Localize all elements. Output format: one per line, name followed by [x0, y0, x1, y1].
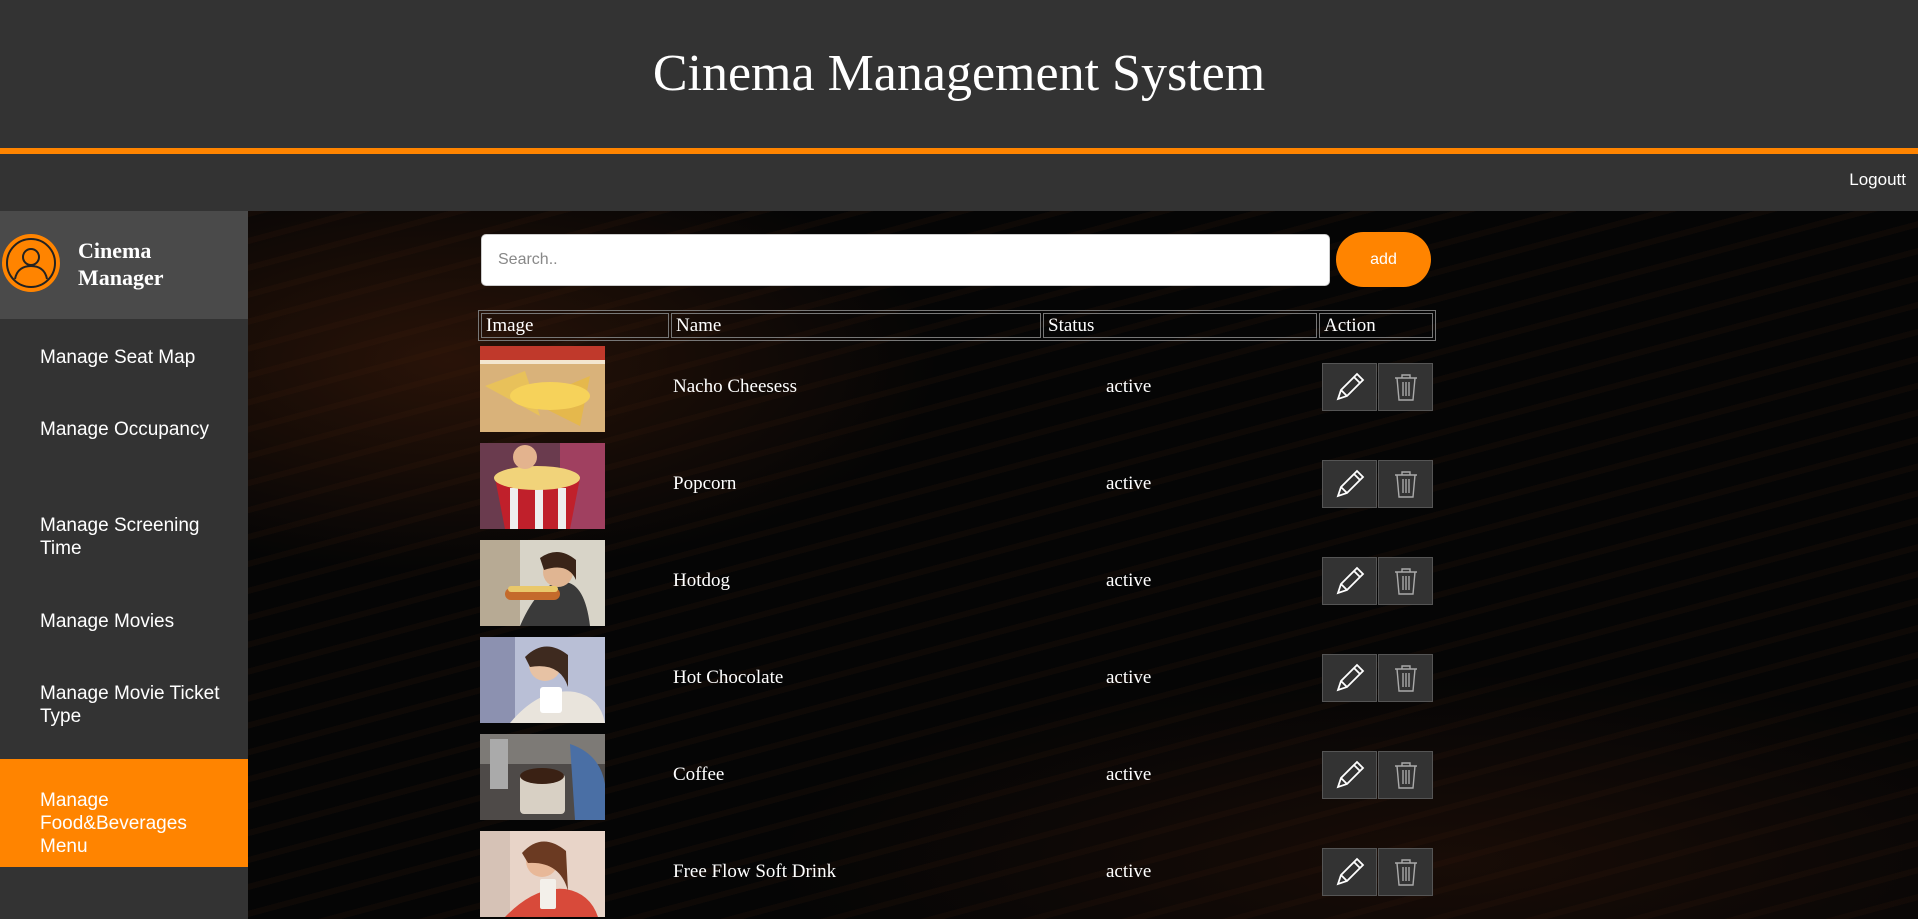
app-header: Cinema Management System	[0, 0, 1918, 148]
food-image	[480, 637, 605, 723]
sidebar: Cinema Manager Manage Seat Map Manage Oc…	[0, 211, 250, 919]
edit-button[interactable]	[1322, 848, 1377, 896]
add-button[interactable]: add	[1336, 232, 1431, 287]
pencil-icon	[1336, 469, 1364, 498]
edit-button[interactable]	[1322, 363, 1377, 411]
status-text: active	[1106, 861, 1152, 882]
user-avatar-icon	[2, 234, 60, 292]
pencil-icon	[1336, 663, 1364, 692]
delete-button[interactable]	[1378, 460, 1433, 508]
delete-button[interactable]	[1378, 751, 1433, 799]
trash-icon	[1394, 762, 1417, 789]
delete-button[interactable]	[1378, 654, 1433, 702]
search-input[interactable]	[481, 234, 1330, 286]
food-name: Free Flow Soft Drink	[673, 861, 837, 882]
food-name: Hot Chocolate	[673, 667, 784, 688]
column-header-name: Name	[671, 313, 1041, 338]
status-text: active	[1106, 473, 1152, 494]
status-text: active	[1106, 667, 1152, 688]
food-name: Hotdog	[673, 570, 730, 591]
sidebar-item-screening-time[interactable]: Manage Screening Time	[0, 514, 248, 560]
table-row: Popcorn active	[478, 439, 1438, 529]
status-text: active	[1106, 376, 1152, 397]
column-header-image: Image	[481, 313, 669, 338]
sidebar-item-movies[interactable]: Manage Movies	[0, 610, 248, 633]
profile-name: Cinema Manager	[78, 238, 164, 290]
column-header-action: Action	[1319, 313, 1433, 338]
edit-button[interactable]	[1322, 557, 1377, 605]
column-header-status: Status	[1043, 313, 1317, 338]
sidebar-item-food-beverages[interactable]: Manage Food&Beverages Menu	[0, 759, 250, 867]
table-row: Free Flow Soft Drink active	[478, 827, 1438, 917]
trash-icon	[1394, 859, 1417, 886]
pencil-icon	[1336, 566, 1364, 595]
status-text: active	[1106, 570, 1152, 591]
food-image	[480, 346, 605, 432]
status-text: active	[1106, 764, 1152, 785]
trash-icon	[1394, 665, 1417, 692]
logout-link[interactable]: Logoutt	[1849, 165, 1906, 195]
sidebar-item-seat-map[interactable]: Manage Seat Map	[0, 346, 248, 369]
pencil-icon	[1336, 857, 1364, 886]
profile-panel: Cinema Manager	[0, 211, 248, 319]
food-image	[480, 831, 605, 917]
food-name: Popcorn	[673, 473, 737, 494]
delete-button[interactable]	[1378, 557, 1433, 605]
trash-icon	[1394, 374, 1417, 401]
sidebar-item-ticket-type[interactable]: Manage Movie Ticket Type	[0, 682, 248, 728]
food-image	[480, 443, 605, 529]
pencil-icon	[1336, 372, 1364, 401]
food-image	[480, 540, 605, 626]
edit-button[interactable]	[1322, 751, 1377, 799]
table-row: Hot Chocolate active	[478, 633, 1438, 723]
table-row: Nacho Cheesess active	[478, 342, 1438, 432]
table-row: Hotdog active	[478, 536, 1438, 626]
top-nav: Logoutt	[0, 154, 1918, 211]
food-name: Coffee	[673, 764, 725, 785]
page-title: Cinema Management System	[652, 45, 1266, 102]
trash-icon	[1394, 471, 1417, 498]
edit-button[interactable]	[1322, 654, 1377, 702]
food-name: Nacho Cheesess	[673, 376, 797, 397]
delete-button[interactable]	[1378, 363, 1433, 411]
trash-icon	[1394, 568, 1417, 595]
delete-button[interactable]	[1378, 848, 1433, 896]
sidebar-item-occupancy[interactable]: Manage Occupancy	[0, 418, 248, 441]
table-header: Image Name Status Action	[478, 310, 1436, 341]
pencil-icon	[1336, 760, 1364, 789]
food-image	[480, 734, 605, 820]
edit-button[interactable]	[1322, 460, 1377, 508]
table-row: Coffee active	[478, 730, 1438, 820]
